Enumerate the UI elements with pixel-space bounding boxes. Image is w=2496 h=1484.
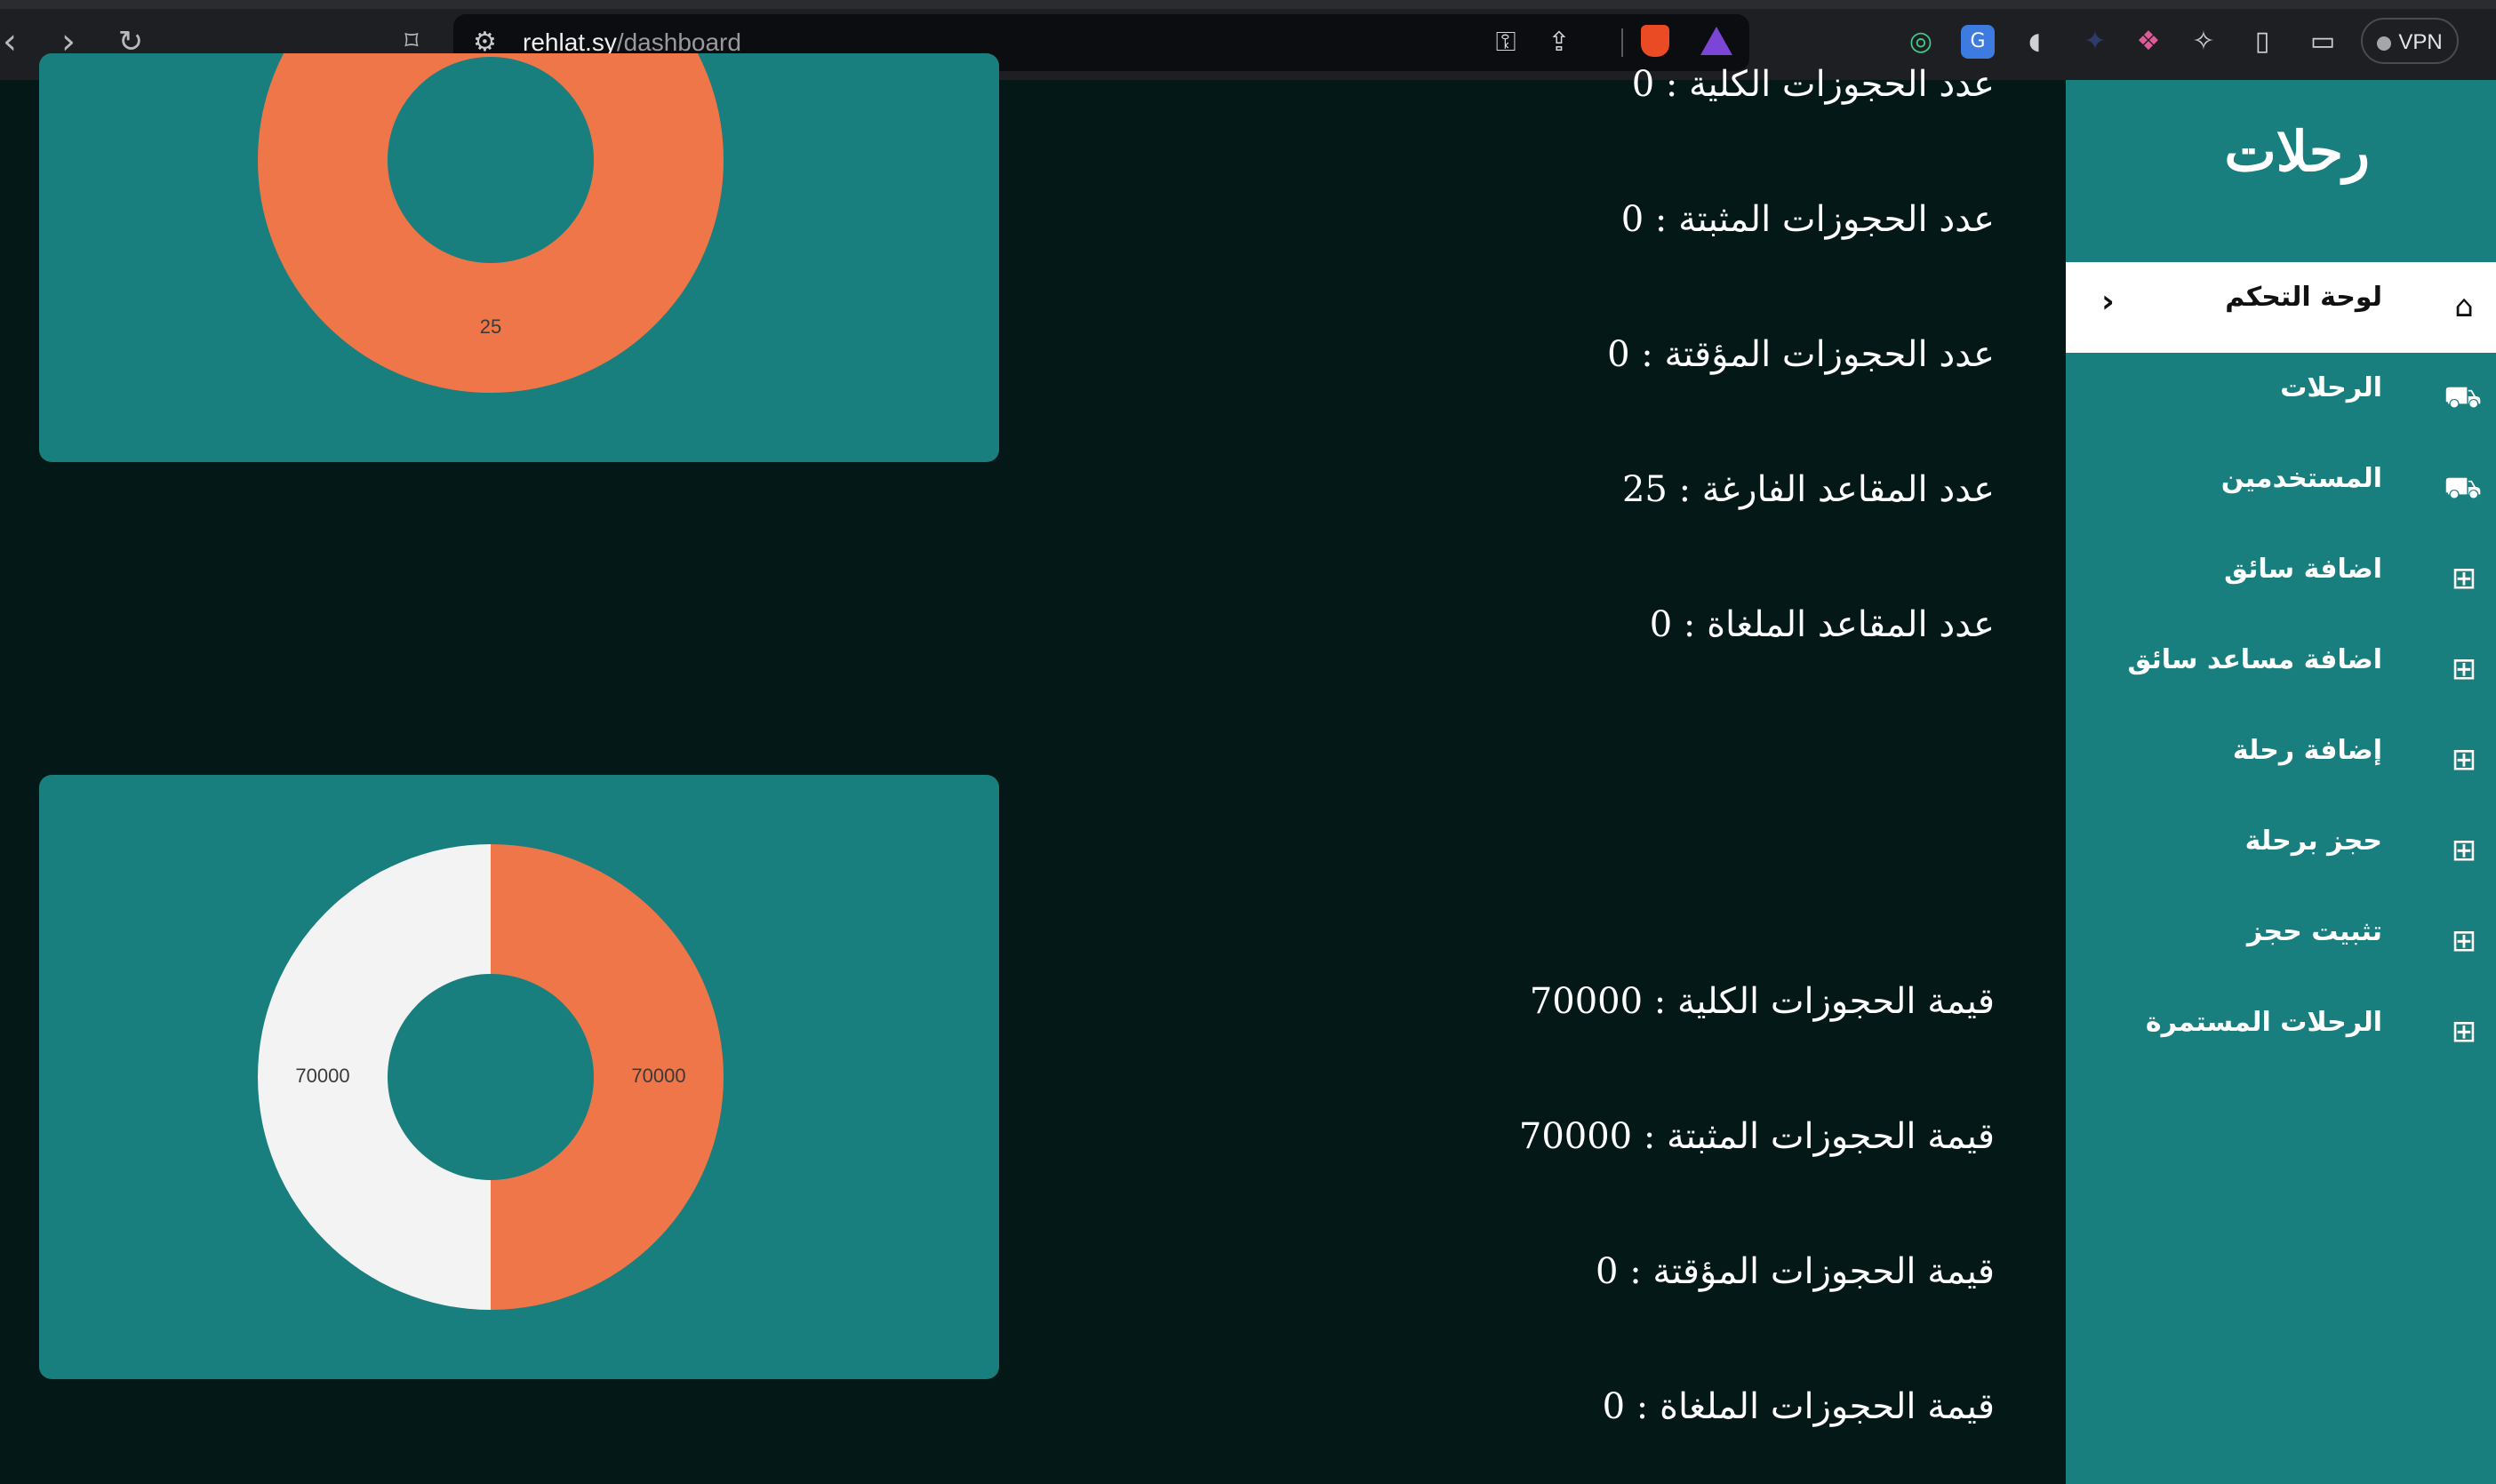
back-icon[interactable]: ‹ (0, 20, 32, 64)
sidebar-item-label: لوحة التحكم (2225, 282, 2382, 313)
bus-icon: ⛟ (2444, 379, 2482, 415)
sidebar-item-add-driver[interactable]: ⊞ اضافة سائق (2066, 534, 2496, 625)
translate-icon[interactable]: G (1961, 25, 1995, 59)
add-box-icon: ⊞ (2451, 923, 2477, 959)
stat-confirmed-value: قيمة الحجوزات المثبتة : 70000 (1518, 1116, 1995, 1157)
vpn-button[interactable]: VPN (2361, 18, 2459, 64)
sidebar-item-label: تثبيت حجز (2246, 916, 2382, 947)
extensions-puzzle-icon[interactable]: ✧ (2187, 25, 2220, 59)
sidebar: رحلات ⌂ لوحة التحكم ‹ ⛟ الرحلات ⛟ المستخ… (2066, 80, 2496, 1484)
add-box-icon: ⊞ (2451, 742, 2477, 778)
stat-temporary-value: قيمة الحجوزات المؤقتة : 0 (1596, 1251, 1995, 1292)
values-donut-chart: 70000 70000 (258, 844, 724, 1310)
sidebar-item-label: إضافة رحلة (2232, 735, 2382, 766)
sidebar-item-book-trip[interactable]: ⊞ حجز برحلة (2066, 806, 2496, 897)
sidebar-item-users[interactable]: ⛟ المستخدمين (2066, 443, 2496, 534)
slice-value-label: 25 (480, 315, 501, 338)
seats-donut-chart: 25 (258, 53, 724, 393)
add-box-icon: ⊞ (2451, 1014, 2477, 1049)
slice-value-label: 70000 (631, 1065, 685, 1087)
extension-mouse-icon[interactable]: ◖ (2018, 25, 2052, 59)
add-box-icon: ⊞ (2451, 561, 2477, 596)
sidebar-item-label: المستخدمين (2220, 463, 2382, 494)
stat-cancelled-seats: عدد المقاعد الملغاة : 0 (1649, 604, 1995, 645)
brave-rewards-icon[interactable] (1700, 27, 1732, 55)
stat-total-bookings: عدد الحجوزات الكلية : 0 (1631, 64, 1995, 105)
chevron-left-icon[interactable]: ‹ (2101, 283, 2115, 320)
sidebar-item-trips[interactable]: ⛟ الرحلات (2066, 353, 2496, 443)
sidebar-item-confirm-booking[interactable]: ⊞ تثبيت حجز (2066, 897, 2496, 987)
sidebar-item-label: الرحلات (2280, 372, 2382, 403)
values-chart-card: 70000 70000 (39, 775, 999, 1379)
vpn-status-dot (2377, 36, 2392, 51)
add-box-icon: ⊞ (2451, 833, 2477, 868)
seats-chart-card: 25 (39, 53, 999, 462)
sidebar-toggle-icon[interactable]: ▯ (2245, 25, 2279, 59)
sidebar-item-label: اضافة مساعد سائق (2127, 644, 2382, 675)
bus-icon: ⛟ (2444, 470, 2482, 506)
share-icon[interactable]: ⇪ (1541, 25, 1577, 60)
sidebar-item-add-assistant-driver[interactable]: ⊞ اضافة مساعد سائق (2066, 625, 2496, 715)
stat-confirmed-bookings: عدد الحجوزات المثبتة : 0 (1620, 199, 1995, 240)
sidebar-item-ongoing-trips[interactable]: ⊞ الرحلات المستمرة (2066, 987, 2496, 1078)
stat-cancelled-value: قيمة الحجوزات الملغاة : 0 (1602, 1386, 1995, 1427)
wallet-icon[interactable]: ▭ (2306, 25, 2340, 59)
key-icon[interactable]: ⚿ (1488, 25, 1524, 60)
donut-slice[interactable] (258, 844, 491, 1310)
divider (1621, 28, 1623, 57)
sidebar-item-dashboard[interactable]: ⌂ لوحة التحكم ‹ (2066, 262, 2496, 353)
extension-dark-icon[interactable]: ✦ (2078, 25, 2112, 59)
vpn-label: VPN (2398, 30, 2443, 54)
stat-empty-seats: عدد المقاعد الفارغة : 25 (1621, 469, 1995, 510)
color-picker-icon[interactable]: ❖ (2132, 25, 2165, 59)
home-icon: ⌂ (2454, 289, 2474, 324)
donut-slice[interactable] (258, 53, 724, 393)
stat-total-value: قيمة الحجوزات الكلية : 70000 (1529, 981, 1995, 1022)
slice-value-label: 70000 (295, 1065, 349, 1087)
sidebar-item-label: حجز برحلة (2244, 826, 2382, 857)
extension-target-icon[interactable]: ◎ (1904, 25, 1938, 59)
url-host: rehlat.sy (523, 28, 617, 56)
add-box-icon: ⊞ (2451, 651, 2477, 687)
sidebar-item-label: الرحلات المستمرة (2145, 1007, 2382, 1038)
sidebar-item-add-trip[interactable]: ⊞ إضافة رحلة (2066, 715, 2496, 806)
brand-title: رحلات (2224, 119, 2370, 184)
stat-temporary-bookings: عدد الحجوزات المؤقتة : 0 (1607, 334, 1995, 375)
sidebar-item-label: اضافة سائق (2224, 554, 2382, 585)
donut-slice[interactable] (491, 844, 724, 1310)
brave-shields-icon[interactable] (1641, 25, 1669, 57)
url-path: /dashboard (616, 28, 741, 56)
tab-strip-edge (0, 0, 2496, 9)
